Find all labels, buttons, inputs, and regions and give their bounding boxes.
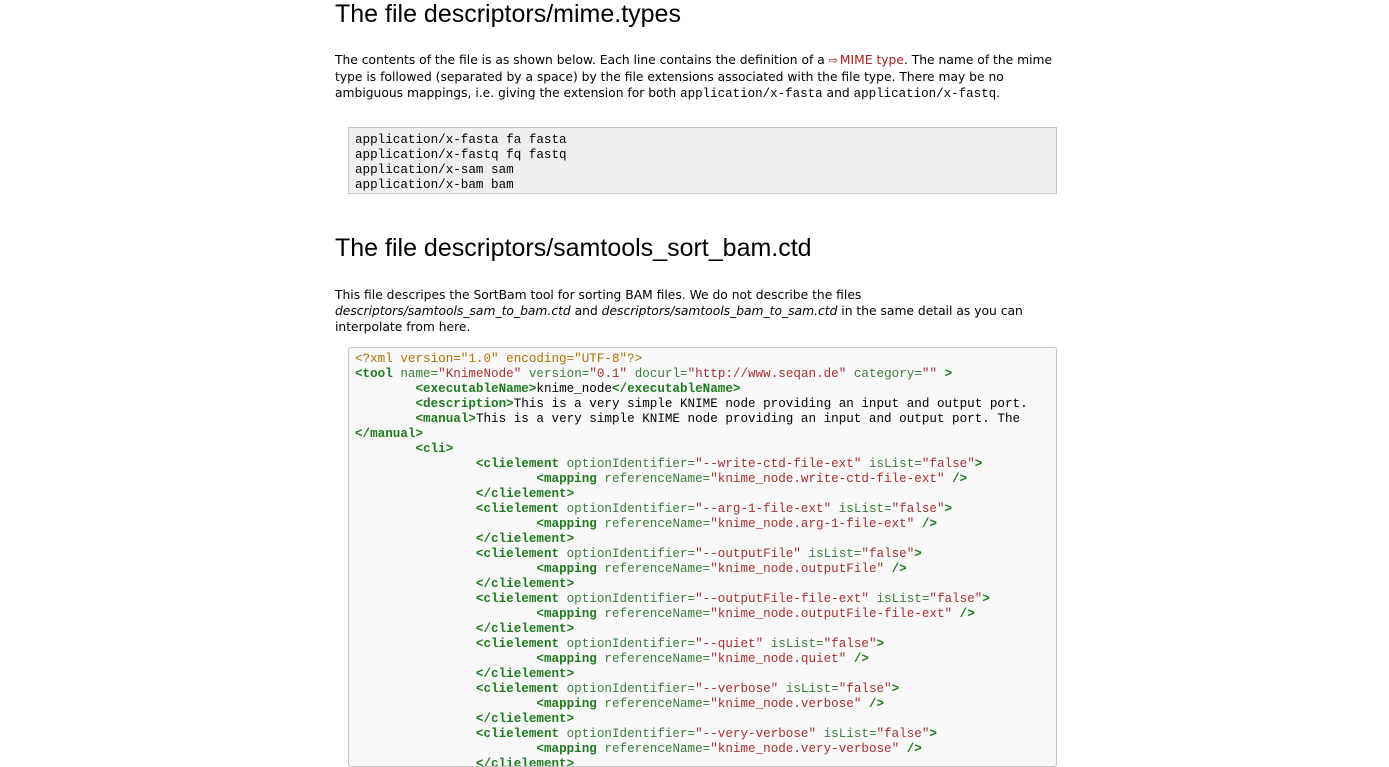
code-line: </clielement> <box>475 667 575 681</box>
code-line: <tool name="KnimeNode" version="0.1" doc… <box>355 367 953 381</box>
code-line: </manual> <box>355 427 424 441</box>
code-line: </clielement> <box>475 712 575 726</box>
mime-type-link[interactable]: ⇨ MIME type <box>829 53 904 67</box>
code-line: <description>This is a very simple KNIME… <box>415 397 1028 411</box>
xml-declaration: <?xml version="1.0" encoding="UTF-8"?> <box>355 352 643 366</box>
code-line: </clielement> <box>475 577 575 591</box>
ctd-xml-code: <?xml version="1.0" encoding="UTF-8"?> <t… <box>355 352 1056 767</box>
code-line: <clielement optionIdentifier="--outputFi… <box>475 592 990 606</box>
section-title-mime-types: The file descriptors/mime.types <box>335 0 681 28</box>
code-line: </clielement> <box>475 757 575 767</box>
external-link-icon: ⇨ <box>828 54 838 67</box>
code-line: <cli> <box>415 442 454 456</box>
ctd-paragraph: This file descripes the SortBam tool for… <box>335 288 1023 334</box>
code-line: <clielement optionIdentifier="--write-ct… <box>475 457 983 471</box>
code-line: </clielement> <box>475 532 575 546</box>
code-line: <?xml version="1.0" encoding="UTF-8"?> <box>355 352 1056 367</box>
code-line: <clielement optionIdentifier="--verbose"… <box>475 682 900 696</box>
code-line: <clielement optionIdentifier="--quiet" i… <box>475 637 885 651</box>
section-title-ctd: The file descriptors/samtools_sort_bam.c… <box>335 234 812 262</box>
code-line: <mapping referenceName="knime_node.arg-1… <box>536 517 937 531</box>
ctd-file-bam-to-sam: descriptors/samtools_bam_to_sam.ctd <box>601 304 838 318</box>
code-line: <manual>This is a very simple KNIME node… <box>415 412 1021 426</box>
code-line: <mapping referenceName="knime_node.very-… <box>536 742 922 756</box>
mime-types-paragraph: The contents of the file is as shown bel… <box>335 53 1053 101</box>
code-line: </clielement> <box>475 622 575 636</box>
code-line: <executableName>knime_node</executableNa… <box>415 382 741 396</box>
code-fastq: application/x-fastq <box>853 87 997 101</box>
code-line: </clielement> <box>475 487 575 501</box>
code-line: <clielement optionIdentifier="--outputFi… <box>475 547 922 561</box>
code-line: <mapping referenceName="knime_node.outpu… <box>536 562 907 576</box>
mime-types-code: application/x-fasta fa fasta application… <box>355 133 567 192</box>
code-line: <mapping referenceName="knime_node.quiet… <box>536 652 869 666</box>
ctd-xml-code-block[interactable]: <?xml version="1.0" encoding="UTF-8"?> <t… <box>348 347 1057 767</box>
code-line: <mapping referenceName="knime_node.outpu… <box>536 607 975 621</box>
code-line: <mapping referenceName="knime_node.verbo… <box>536 697 885 711</box>
code-fasta: application/x-fasta <box>680 87 823 101</box>
mime-types-code-block: application/x-fasta fa fasta application… <box>348 127 1057 194</box>
ctd-file-sam-to-bam: descriptors/samtools_sam_to_bam.ctd <box>335 304 571 318</box>
code-line: <clielement optionIdentifier="--very-ver… <box>475 727 937 741</box>
code-line: <clielement optionIdentifier="--arg-1-fi… <box>475 502 953 516</box>
code-line: <mapping referenceName="knime_node.write… <box>536 472 968 486</box>
